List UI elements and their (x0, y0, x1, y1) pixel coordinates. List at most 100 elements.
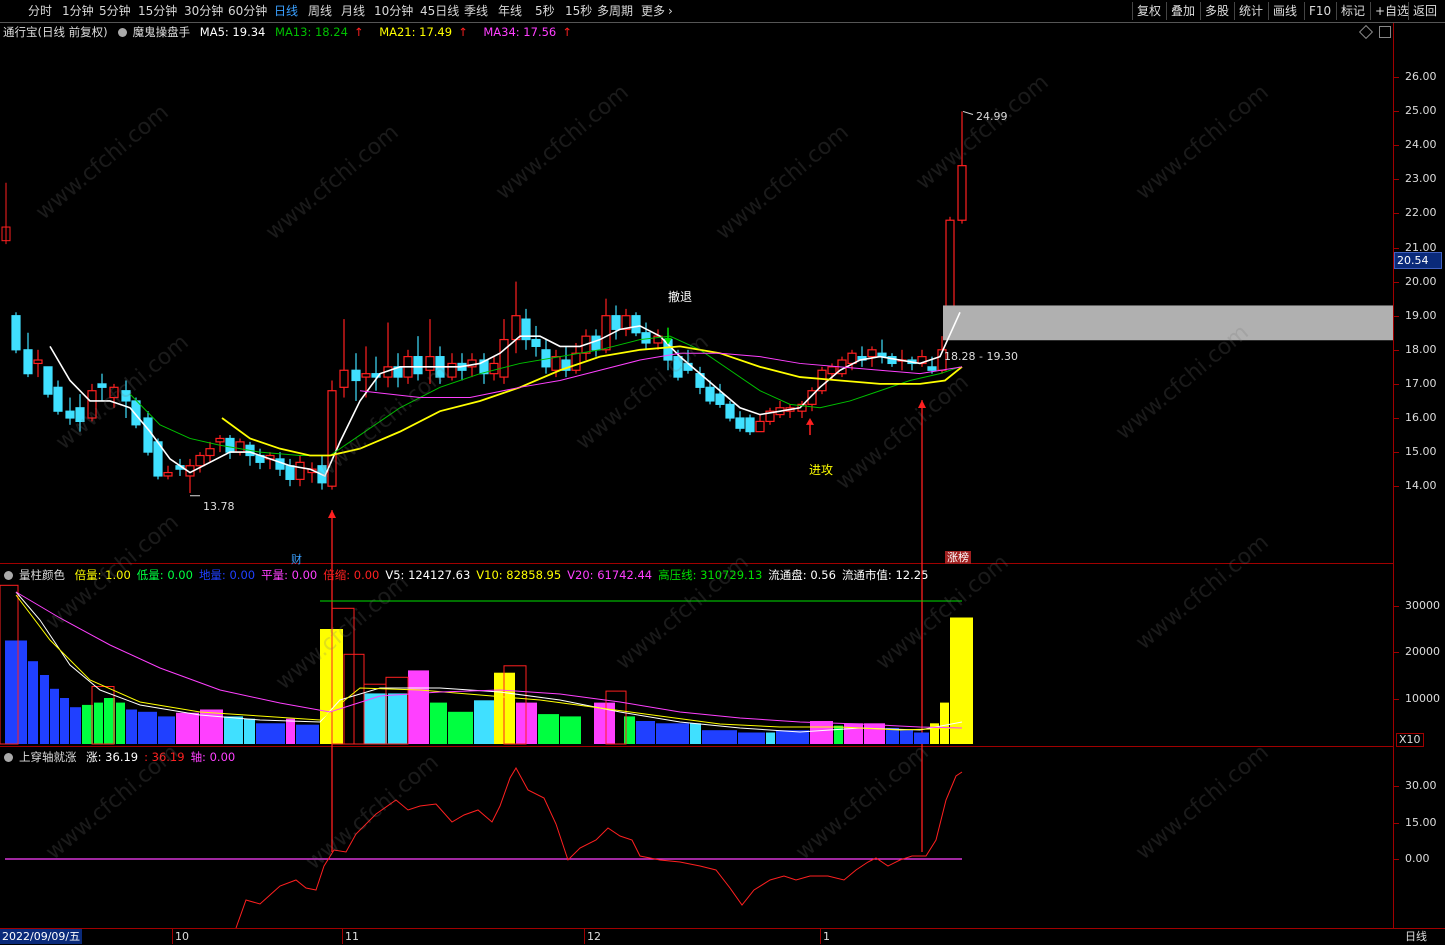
tab-period-10min[interactable]: 10分钟 (374, 3, 413, 19)
price-tick-mark-11 (1394, 452, 1399, 454)
tab-period-monthly[interactable]: 月线 (341, 3, 365, 19)
candle-body (351, 369, 361, 382)
candle-body (867, 349, 877, 358)
tab-period-more[interactable]: 更多 › (641, 3, 673, 19)
volume-bar (286, 718, 295, 744)
statistics-button[interactable]: 统计 (1234, 2, 1267, 20)
volume-bar (448, 711, 473, 744)
volume-bar (834, 725, 843, 744)
high-price-label: 24.99 (976, 110, 1008, 123)
candle-body (361, 373, 371, 378)
volume-bar (408, 670, 429, 744)
candle-body (97, 383, 107, 388)
price-tick-3: 23.00 (1405, 172, 1437, 186)
candle-body (33, 359, 43, 365)
current-price-tag: 20.54 (1394, 252, 1442, 269)
f10-button[interactable]: F10 (1304, 2, 1335, 20)
price-tick-mark-3 (1394, 179, 1399, 181)
volume-bar (656, 723, 689, 744)
volume-bar (82, 704, 93, 744)
ma5-line (49, 311, 961, 478)
volume-bar (900, 730, 913, 744)
candle-body (195, 454, 205, 467)
volume-bar (538, 714, 559, 744)
volume-tick-mark-2 (1394, 699, 1399, 700)
more-label: 更多 (641, 4, 666, 18)
volume-bar (244, 718, 255, 744)
candle-body (163, 471, 173, 477)
month-label-nov: 11 (342, 929, 359, 944)
tab-period-60min[interactable]: 60分钟 (228, 3, 267, 19)
tab-period-30min[interactable]: 30分钟 (184, 3, 223, 19)
price-tick-0: 26.00 (1405, 70, 1437, 83)
candle-body (425, 356, 435, 371)
volume-tick-0: 30000 (1405, 599, 1440, 612)
signal-attack-label: 进攻 (809, 463, 834, 477)
candle-body (755, 420, 765, 433)
period-indicator-label: 日线 (1405, 930, 1427, 943)
volume-bar (116, 702, 125, 744)
price-tick-mark-10 (1394, 418, 1399, 419)
candle-body (957, 165, 967, 221)
draw-line-button[interactable]: 画线 (1268, 2, 1301, 20)
candle-body (235, 441, 245, 453)
overlay-button[interactable]: 叠加 (1166, 2, 1199, 20)
candle-body (121, 390, 131, 402)
tab-period-45day[interactable]: 45日线 (420, 3, 459, 19)
price-tick-mark-6 (1394, 281, 1399, 283)
low-price-label: 13.78 (203, 500, 235, 513)
volume-bar (94, 702, 103, 744)
candle-body (109, 386, 119, 399)
mark-button[interactable]: 标记 (1336, 2, 1369, 20)
candle-body (285, 465, 295, 480)
volume-bar (224, 716, 243, 744)
zhangbang-tag[interactable]: 涨榜 (945, 551, 971, 564)
tab-period-weekly[interactable]: 周线 (308, 3, 332, 19)
osc-tick-0: 30.00 (1405, 779, 1437, 792)
tab-period-5min[interactable]: 5分钟 (99, 3, 131, 19)
back-button[interactable]: 返回 (1408, 2, 1441, 20)
volume-bar (104, 698, 115, 744)
tab-period-5sec[interactable]: 5秒 (535, 3, 555, 19)
tab-period-daily[interactable]: 日线 (274, 3, 298, 19)
candle-body (705, 386, 715, 402)
price-tick-mark-2 (1394, 145, 1399, 147)
volume-bar (388, 693, 407, 744)
volume-bar (810, 721, 833, 744)
volume-bar (636, 721, 655, 744)
volume-bar (296, 724, 319, 744)
tab-period-15sec[interactable]: 15秒 (565, 3, 592, 19)
multi-stock-button[interactable]: 多股 (1200, 2, 1233, 20)
price-tick-11: 15.00 (1405, 445, 1437, 459)
price-tick-mark-4 (1394, 213, 1399, 215)
candle-body (601, 315, 611, 351)
volume-bar (950, 617, 973, 744)
candle-body (745, 417, 755, 433)
volume-bar (40, 675, 49, 744)
price-tick-7: 19.00 (1405, 308, 1437, 322)
cai-tag[interactable]: 财 (291, 551, 302, 567)
tab-period-1min[interactable]: 1分钟 (62, 3, 94, 19)
volume-unit-label: X10 (1396, 733, 1424, 747)
kline-chart[interactable] (0, 23, 1393, 928)
fuquan-button[interactable]: 复权 (1132, 2, 1165, 20)
tab-period-multi[interactable]: 多周期 (597, 3, 633, 19)
tab-period-fenshi[interactable]: 分时 (28, 3, 52, 19)
tab-period-yearly[interactable]: 年线 (498, 3, 522, 19)
price-tick-mark-9 (1394, 383, 1399, 385)
volume-bar (914, 732, 929, 744)
volume-bar (60, 698, 69, 744)
price-tick-4: 22.00 (1405, 206, 1437, 220)
volume-tick-2: 10000 (1405, 692, 1440, 705)
tab-period-15min[interactable]: 15分钟 (138, 3, 177, 19)
add-watchlist-button[interactable]: +自选 (1370, 2, 1413, 20)
tab-period-quarterly[interactable]: 季线 (464, 3, 488, 19)
candle-body (87, 390, 97, 419)
volume-bar (474, 700, 495, 744)
price-tick-mark-0 (1394, 77, 1399, 78)
candle-body (499, 338, 509, 378)
start-date-label: 2022/09/09/五 (0, 929, 83, 944)
period-toolbar: 分时 1分钟 5分钟 15分钟 30分钟 60分钟 日线 周线 月线 10分钟 … (0, 0, 1445, 23)
volume-bar (256, 723, 285, 744)
volume-bar (200, 709, 223, 744)
